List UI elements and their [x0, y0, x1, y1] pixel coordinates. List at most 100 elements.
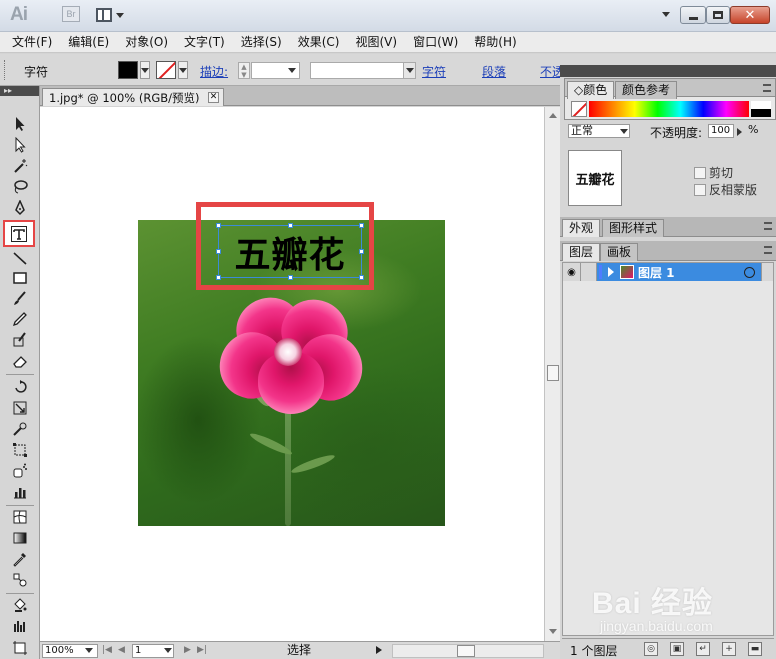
column-graph-tool[interactable] [9, 482, 31, 502]
tab-graphic-styles[interactable]: 图形样式 [602, 219, 665, 237]
panel-menu-icon[interactable] [764, 222, 772, 230]
delete-layer-icon[interactable]: ▬ [748, 642, 762, 656]
next-artboard-icon[interactable]: ▶ [184, 645, 191, 655]
previous-artboard-icon[interactable]: ◀ [118, 645, 125, 655]
fill-dropdown[interactable] [140, 61, 150, 79]
clipping-mask-icon[interactable]: ▣ [670, 642, 684, 656]
rotate-tool[interactable] [9, 377, 31, 397]
horizontal-scrollbar[interactable] [392, 644, 544, 658]
new-layer-icon[interactable]: + [722, 642, 736, 656]
menu-file[interactable]: 文件(F) [4, 32, 60, 52]
panel-menu-icon[interactable] [764, 246, 772, 254]
lasso-tool[interactable] [9, 177, 31, 197]
tab-color-guide[interactable]: 颜色参考 [615, 81, 678, 99]
tools-panel-header[interactable]: ▸▸ [0, 86, 39, 96]
fill-color-swatch[interactable] [118, 61, 138, 79]
layer-name[interactable]: 图层 1 [638, 264, 675, 281]
paragraph-panel-link[interactable]: 段落 [482, 63, 506, 80]
vertical-scrollbar[interactable] [544, 107, 560, 641]
scroll-down-icon[interactable] [549, 629, 557, 634]
font-family-select[interactable] [310, 62, 416, 79]
minimize-button[interactable] [680, 6, 706, 24]
menu-help[interactable]: 帮助(H) [466, 32, 524, 52]
status-info[interactable]: 选择 [210, 643, 388, 658]
opacity-slider-toggle-icon[interactable] [737, 128, 742, 136]
type-tool[interactable] [3, 220, 35, 247]
menu-effect[interactable]: 效果(C) [290, 32, 348, 52]
stroke-weight-stepper[interactable]: ▲ ▼ [238, 62, 250, 79]
font-dropdown-button[interactable] [403, 63, 415, 78]
artboard-tool[interactable] [9, 638, 31, 658]
maximize-button[interactable] [706, 6, 730, 24]
layer-selection-indicator[interactable] [761, 263, 773, 281]
none-color-swatch[interactable] [571, 101, 587, 117]
menu-view[interactable]: 视图(V) [347, 32, 405, 52]
lock-toggle[interactable] [581, 263, 597, 281]
graph-tool[interactable] [9, 616, 31, 636]
close-button[interactable]: ✕ [730, 6, 770, 24]
arrange-documents-button[interactable] [96, 6, 130, 24]
menu-window[interactable]: 窗口(W) [405, 32, 466, 52]
eye-icon[interactable]: ◉ [563, 263, 581, 281]
dock-header[interactable] [560, 65, 776, 77]
tab-layers[interactable]: 图层 [562, 243, 601, 261]
workspace-switcher-icon[interactable] [662, 12, 670, 17]
rectangle-tool[interactable] [9, 268, 31, 288]
invert-mask-checkbox[interactable]: 反相蒙版 [694, 181, 757, 198]
chevron-down-icon[interactable] [620, 129, 628, 134]
free-transform-tool[interactable] [9, 440, 31, 460]
first-artboard-icon[interactable]: |◀ [102, 645, 112, 655]
blend-tool[interactable] [9, 570, 31, 590]
target-circle-icon[interactable] [744, 266, 755, 278]
stroke-color-swatch[interactable] [156, 61, 176, 79]
scroll-up-icon[interactable] [549, 113, 557, 118]
locate-object-icon[interactable]: ◎ [644, 642, 658, 656]
transparency-thumbnail[interactable]: 五瓣花 [568, 150, 622, 206]
scale-tool[interactable] [9, 398, 31, 418]
line-segment-tool[interactable] [9, 248, 31, 268]
black-white-swatch[interactable] [751, 101, 771, 117]
status-menu-icon[interactable] [376, 646, 382, 654]
tab-color[interactable]: ◇颜色 [567, 81, 615, 99]
grip-handle[interactable] [4, 60, 8, 80]
panel-menu-icon[interactable] [763, 84, 771, 92]
go-to-bridge-button[interactable]: Br [62, 6, 80, 22]
menu-type[interactable]: 文字(T) [176, 32, 233, 52]
color-spectrum[interactable] [589, 101, 749, 117]
layer-row[interactable]: ◉ 图层 1 [563, 263, 773, 281]
last-artboard-icon[interactable]: ▶| [197, 645, 207, 655]
stroke-weight-select[interactable] [251, 62, 300, 79]
character-panel-link[interactable]: 字符 [422, 63, 446, 80]
opacity-field[interactable]: 100 [708, 124, 734, 138]
document-tab[interactable]: 1.jpg* @ 100% (RGB/预览) ✕ [42, 88, 224, 106]
clip-checkbox[interactable]: 剪切 [694, 164, 733, 181]
blob-brush-tool[interactable] [9, 330, 31, 350]
mesh-tool[interactable] [9, 507, 31, 527]
tab-artboards[interactable]: 画板 [600, 243, 639, 261]
warp-tool[interactable] [9, 419, 31, 439]
chevron-down-icon[interactable] [164, 648, 172, 653]
close-tab-icon[interactable]: ✕ [208, 92, 219, 103]
tab-appearance[interactable]: 外观 [562, 219, 601, 237]
stroke-link[interactable]: 描边: [200, 63, 228, 80]
stroke-dropdown[interactable] [178, 61, 188, 79]
symbol-sprayer-tool[interactable] [9, 461, 31, 481]
selection-tool[interactable] [9, 114, 31, 134]
live-paint-bucket-tool[interactable] [9, 595, 31, 615]
eyedropper-tool[interactable] [9, 549, 31, 569]
checkbox-icon[interactable] [694, 166, 706, 179]
paintbrush-tool[interactable] [9, 288, 31, 308]
new-sublayer-icon[interactable]: ↵ [696, 642, 710, 656]
expand-triangle-icon[interactable] [608, 267, 614, 277]
magic-wand-tool[interactable] [9, 156, 31, 176]
eraser-tool[interactable] [9, 351, 31, 371]
menu-edit[interactable]: 编辑(E) [60, 32, 117, 52]
checkbox-icon[interactable] [694, 183, 706, 196]
vertical-scroll-thumb[interactable] [547, 365, 559, 381]
menu-select[interactable]: 选择(S) [233, 32, 290, 52]
direct-selection-tool[interactable] [9, 135, 31, 155]
horizontal-scroll-thumb[interactable] [457, 645, 475, 657]
pencil-tool[interactable] [9, 309, 31, 329]
gradient-tool[interactable] [9, 528, 31, 548]
menu-object[interactable]: 对象(O) [117, 32, 176, 52]
